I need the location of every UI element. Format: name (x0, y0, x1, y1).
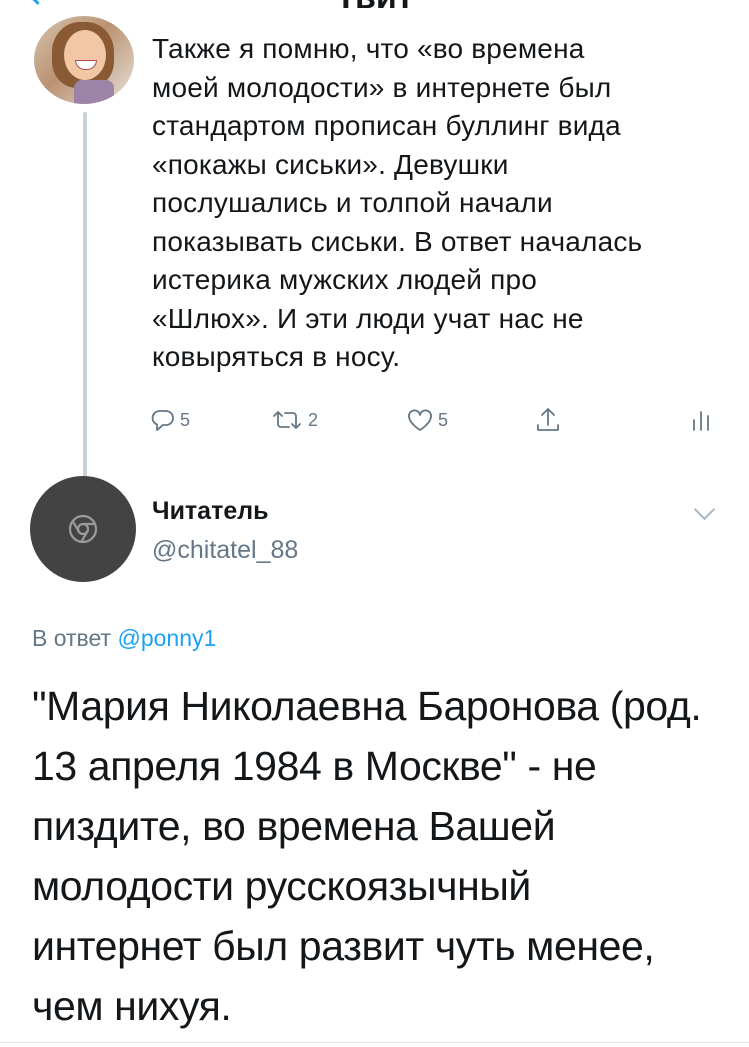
parent-tweet-avatar[interactable] (34, 16, 134, 104)
like-button[interactable]: 5 (406, 400, 448, 440)
reply-icon (151, 410, 174, 431)
reply-count: 5 (180, 409, 191, 430)
page-title: Твит (0, 0, 749, 14)
reply-button[interactable]: 5 (150, 400, 190, 440)
retweet-icon (273, 411, 301, 429)
reply-handle-link[interactable]: @ponny1 (117, 625, 216, 651)
heart-icon (408, 409, 432, 431)
chrome-icon (68, 514, 98, 544)
retweet-count: 2 (308, 409, 319, 430)
tweet-action-bar: 5 2 5 (150, 400, 720, 440)
parent-tweet-text: Также я помню, что «во времена моей моло… (152, 33, 643, 372)
avatar-face (64, 30, 106, 80)
like-count: 5 (438, 409, 449, 430)
chevron-down-icon[interactable] (693, 498, 716, 521)
main-tweet-text: "Мария Николаевна Баронова (род. 13 апре… (32, 683, 702, 1029)
avatar-scarf (74, 80, 114, 104)
reply-prefix: В ответ (32, 625, 112, 651)
share-button[interactable] (535, 400, 561, 440)
reply-context: В ответ @ponny1 (32, 625, 216, 652)
top-nav-bar: Твит (0, 0, 749, 14)
share-icon (537, 408, 559, 431)
main-tweet-avatar[interactable] (30, 476, 136, 582)
author-name[interactable]: Читатель (152, 497, 268, 526)
analytics-button[interactable] (690, 400, 712, 440)
retweet-button[interactable]: 2 (270, 400, 318, 440)
author-handle[interactable]: @chitatel_88 (152, 536, 298, 565)
analytics-icon (693, 411, 709, 431)
divider (0, 1042, 749, 1043)
tweet-detail-screen: Твит Также я помню, что «во времена моей… (0, 0, 749, 1047)
thread-connector-line (83, 112, 87, 477)
